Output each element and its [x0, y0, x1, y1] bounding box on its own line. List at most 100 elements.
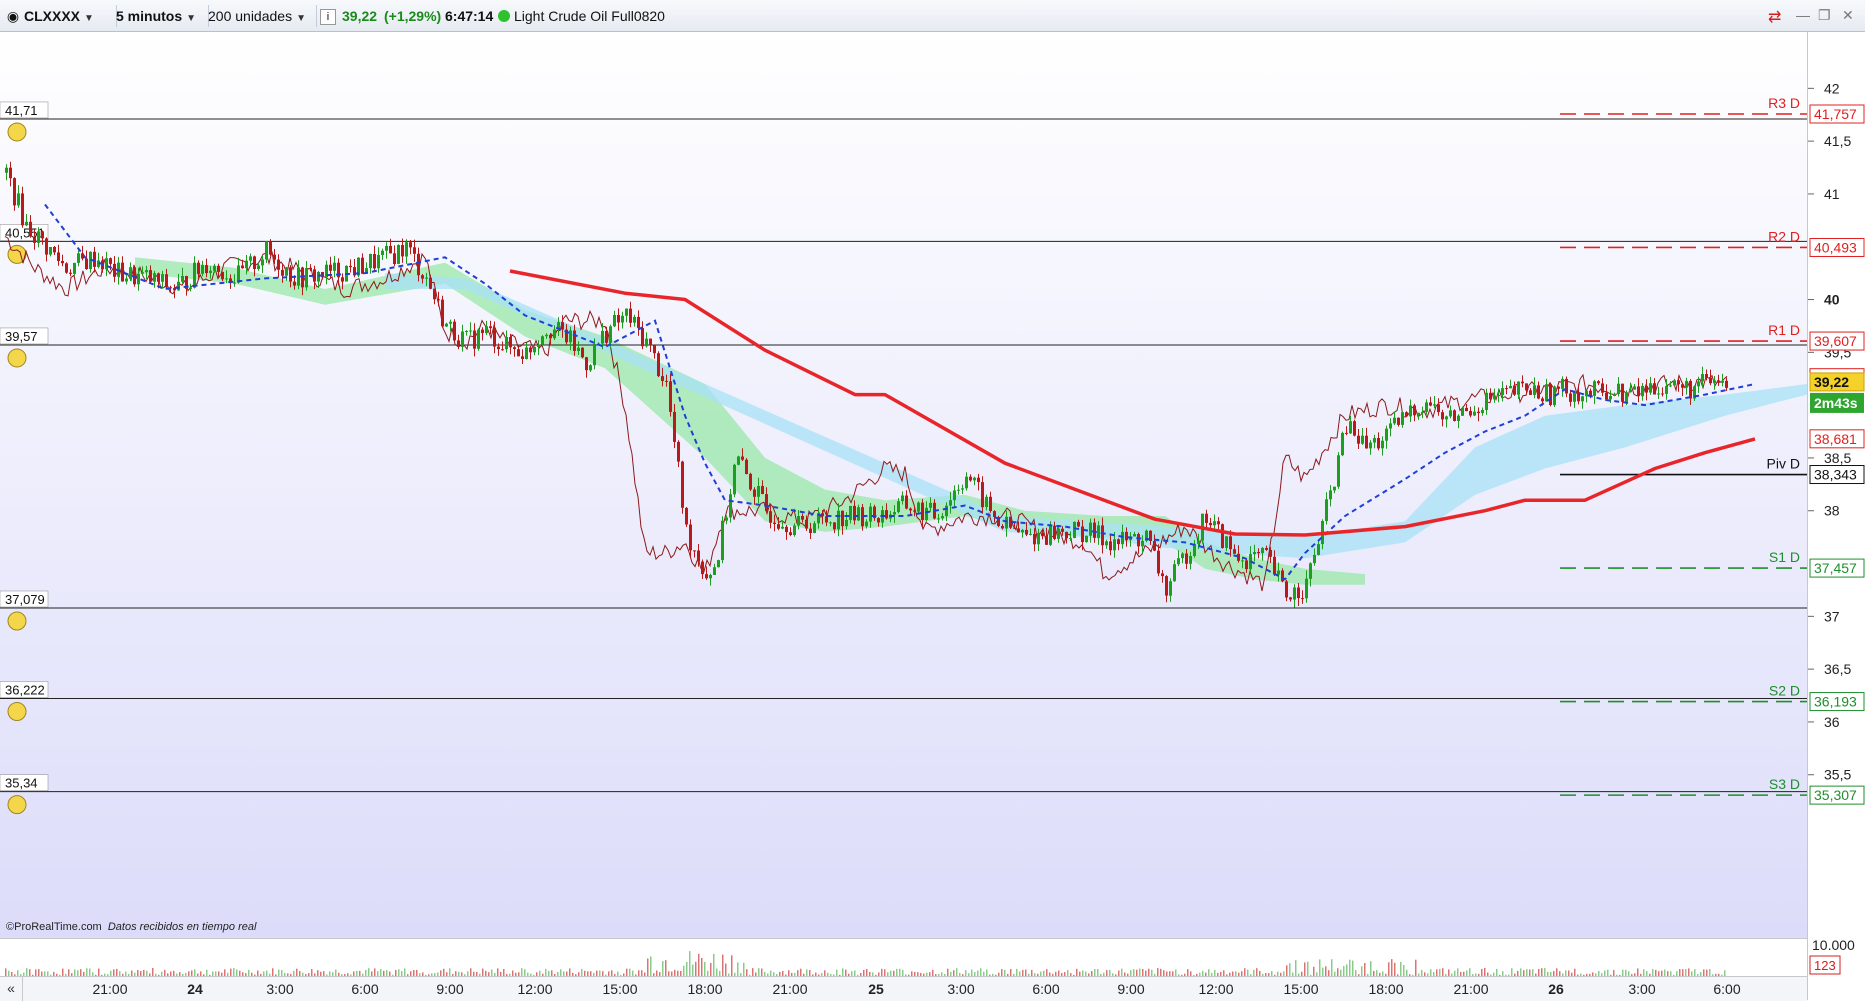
candle-body [153, 273, 156, 282]
candle-body [793, 525, 796, 535]
candle-body [45, 238, 48, 255]
price-tick-label: 38 [1824, 503, 1840, 519]
candle-body [1685, 380, 1688, 388]
candle-body [1105, 541, 1108, 546]
candle-body [1313, 554, 1316, 564]
candle-body [193, 262, 196, 288]
candle-body [929, 502, 932, 508]
candle-body [653, 345, 656, 354]
candle-body [1409, 405, 1412, 417]
candle-body [33, 236, 36, 243]
candle-body [1241, 560, 1244, 562]
pivot-line-label: R2 D [1768, 228, 1800, 244]
candle-body [1457, 415, 1460, 421]
maximize-icon[interactable]: ❐ [1818, 7, 1831, 24]
pivot-line-label: S1 D [1769, 549, 1800, 565]
candle-body [249, 256, 252, 261]
candle-body [1469, 411, 1472, 416]
candle-body [393, 253, 396, 264]
candle-body [769, 511, 772, 523]
info-icon[interactable]: i [320, 9, 336, 25]
candle-body [1717, 380, 1720, 383]
candle-body [757, 486, 760, 497]
price-axis[interactable]: 4241,5414039,538,5383736,53635,5 41,7574… [1807, 32, 1865, 1000]
volume-bar [743, 962, 745, 977]
candle-body [201, 265, 204, 274]
candle-body [433, 288, 436, 300]
candle-body [721, 520, 724, 561]
timeframe-label: 5 minutos [116, 8, 183, 24]
candle-body [1629, 389, 1632, 393]
volume-bar [704, 961, 706, 977]
price-chart-area[interactable]: 41,7140,55139,5737,07936,22235,34 R3 DR2… [0, 32, 1807, 938]
candle-body [1501, 388, 1504, 395]
volume-bar [689, 951, 691, 977]
candle-body [1417, 412, 1420, 416]
candle-body [1421, 411, 1424, 413]
candle-body [253, 256, 256, 269]
candle-body [509, 337, 512, 348]
window-menu-icon[interactable]: ◉ [5, 5, 21, 27]
units-selector[interactable]: 200 unidades ▼ [208, 5, 317, 27]
candle-body [141, 272, 144, 274]
candle-body [1613, 394, 1616, 396]
candle-body [1037, 532, 1040, 545]
candle-body [1725, 380, 1728, 388]
candle-body [1029, 533, 1032, 535]
volume-axis-label: 10.000 [1812, 937, 1855, 953]
pivot-line-label: R1 D [1768, 322, 1800, 338]
candle-body [525, 347, 528, 359]
price-labels: 41,757 40,493 39,607 38,343 37,457 36,193 35,3… [1809, 104, 1865, 975]
volume-bar [713, 953, 715, 977]
candle-body [425, 277, 428, 279]
candle-body [421, 275, 424, 279]
candle-body [277, 259, 280, 270]
candle-body [1049, 525, 1052, 545]
volume-bar [731, 955, 733, 977]
candle-body [581, 347, 584, 358]
candle-body [1229, 536, 1232, 550]
bell-icon [7, 795, 27, 815]
candle-body [1573, 392, 1576, 402]
close-icon[interactable]: ✕ [1842, 7, 1854, 24]
sync-icon[interactable]: ⇄ [1768, 7, 1781, 27]
candle-body [1021, 529, 1024, 533]
candle-body [469, 330, 472, 332]
candle-body [1261, 548, 1264, 554]
candle-body [453, 321, 456, 341]
volume-panel[interactable] [0, 938, 1807, 977]
symbol-selector[interactable]: CLXXXX ▼ [24, 5, 117, 27]
candle-body [65, 263, 68, 273]
candle-body [257, 265, 260, 269]
candle-body [601, 330, 604, 344]
candle-body [1061, 528, 1064, 532]
candle-body [1497, 395, 1500, 396]
candle-body [213, 265, 216, 271]
candle-body [1601, 383, 1604, 393]
time-tick-label: 12:00 [517, 981, 552, 997]
candle-body [41, 231, 44, 239]
candle-body [697, 550, 700, 562]
candle-body [1545, 384, 1548, 402]
candle-body [1109, 541, 1112, 551]
candle-body [137, 273, 140, 285]
minimize-icon[interactable]: — [1796, 7, 1810, 23]
candle-body [609, 326, 612, 343]
candle-body [1665, 386, 1668, 394]
candle-body [17, 193, 20, 206]
price-tick-label: 35,5 [1824, 767, 1851, 783]
candle-body [461, 331, 464, 347]
candle-body [1141, 540, 1144, 547]
candle-body [913, 510, 916, 512]
candle-body [225, 278, 228, 280]
timeframe-selector[interactable]: 5 minutos ▼ [116, 5, 209, 27]
candle-body [801, 516, 804, 520]
candle-body [1689, 380, 1692, 399]
candle-body [1113, 539, 1116, 551]
candle-body [1609, 396, 1612, 400]
candle-body [317, 272, 320, 282]
candle-body [1197, 540, 1200, 544]
time-tick-label: 3:00 [1628, 981, 1655, 997]
time-axis[interactable]: « 21:00 24 3:00 6:00 9:00 12:00 15:00 18:00 21:0… [0, 976, 1807, 1001]
volume-bar [695, 961, 697, 977]
